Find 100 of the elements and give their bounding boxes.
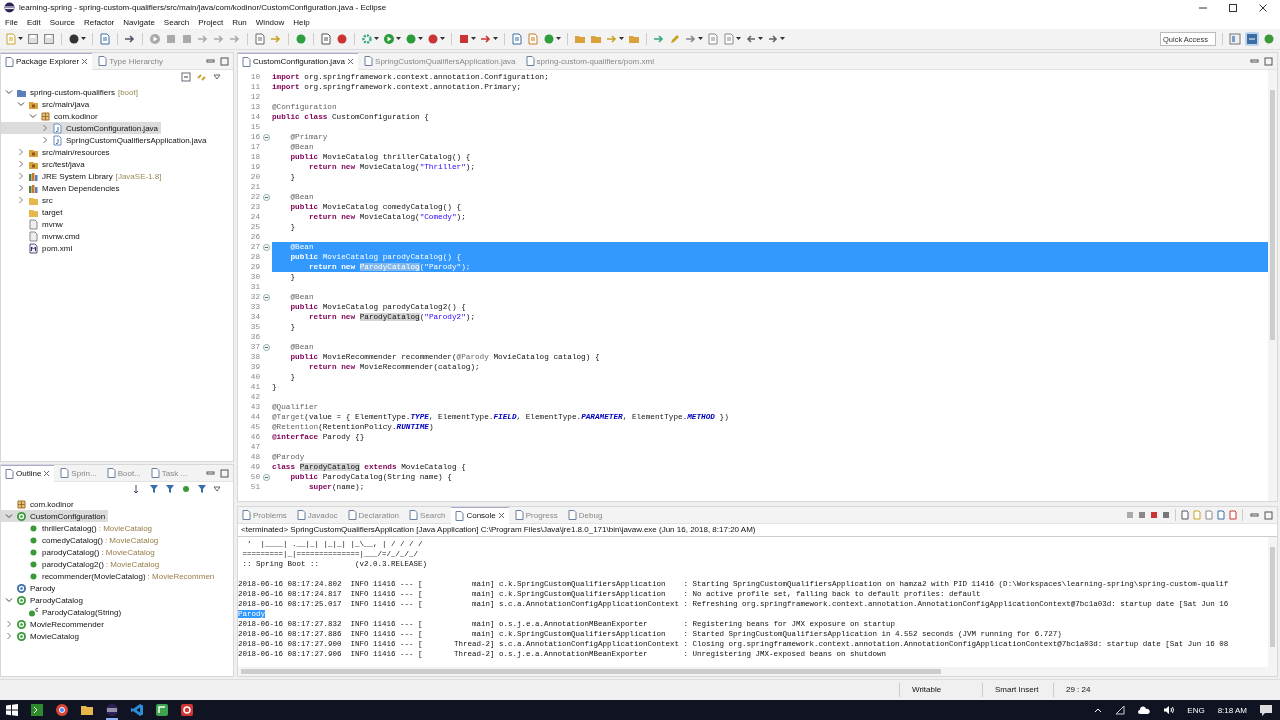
- forward-icon[interactable]: [767, 33, 779, 45]
- stop-icon[interactable]: [458, 33, 470, 45]
- caret-icon[interactable]: [758, 37, 763, 41]
- minimize-icon[interactable]: [1250, 510, 1259, 520]
- save-icon[interactable]: [43, 33, 55, 45]
- tree-item[interactable]: parodyCatalog2() : MovieCatalog: [1, 558, 163, 570]
- perspective-icon[interactable]: [1263, 33, 1275, 45]
- run-icon[interactable]: [149, 33, 161, 45]
- back-icon[interactable]: [745, 33, 757, 45]
- caret-icon[interactable]: [396, 37, 401, 41]
- tree-item[interactable]: Parody: [1, 582, 59, 594]
- fold-icon[interactable]: [262, 133, 270, 141]
- pen-icon[interactable]: [669, 33, 681, 45]
- save-icon[interactable]: [27, 33, 39, 45]
- tree-item[interactable]: mvnw.cmd: [1, 230, 83, 242]
- fold-icon[interactable]: [262, 293, 270, 301]
- scrollbar[interactable]: [1268, 70, 1277, 501]
- filter-icon[interactable]: [197, 484, 207, 494]
- language-indicator[interactable]: ENG: [1187, 705, 1205, 715]
- tree-item[interactable]: com.kodinor: [1, 110, 101, 122]
- document-icon[interactable]: [511, 33, 523, 45]
- tree-item[interactable]: recommender(MovieCatalog) : MovieRecommen: [1, 570, 218, 582]
- document-icon[interactable]: [707, 33, 719, 45]
- menu-item[interactable]: Project: [198, 17, 224, 27]
- tree-item[interactable]: comedyCatalog() : MovieCatalog: [1, 534, 162, 546]
- arrow-icon[interactable]: [124, 33, 136, 45]
- perspective-icon[interactable]: [1245, 32, 1259, 46]
- maximize-icon[interactable]: [1228, 2, 1238, 13]
- fold-icon[interactable]: [262, 193, 270, 201]
- perspective-icon[interactable]: [1229, 33, 1241, 45]
- tree-item[interactable]: CustomConfiguration.java: [1, 122, 162, 134]
- close-icon[interactable]: [81, 58, 89, 65]
- view-tab[interactable]: Outline: [1, 465, 55, 482]
- view-tab[interactable]: Console: [451, 507, 509, 524]
- close-icon[interactable]: [43, 470, 51, 477]
- tree-item[interactable]: spring-custom-qualifiers [boot]: [1, 86, 141, 98]
- tree-item[interactable]: src/main/resources: [1, 146, 113, 158]
- fold-icon[interactable]: [262, 343, 270, 351]
- document-icon[interactable]: [254, 33, 266, 45]
- scrollbar[interactable]: [238, 667, 1277, 676]
- minimize-icon[interactable]: [206, 56, 215, 66]
- tree-item[interactable]: parodyCatalog() : MovieCatalog: [1, 546, 158, 558]
- document-icon[interactable]: [99, 33, 111, 45]
- caret-icon[interactable]: [736, 37, 741, 41]
- tree-item[interactable]: thrillerCatalog() : MovieCatalog: [1, 522, 156, 534]
- minimize-icon[interactable]: [206, 468, 215, 478]
- link-icon[interactable]: [197, 72, 207, 82]
- close-icon[interactable]: [1258, 2, 1268, 13]
- tree-item[interactable]: src/main/java: [1, 98, 93, 110]
- tree-item[interactable]: ParodyCatalog: [1, 594, 86, 606]
- fold-icon[interactable]: [262, 473, 270, 481]
- menu-icon[interactable]: [213, 73, 221, 81]
- chevron-icon[interactable]: [1094, 707, 1103, 713]
- menu-item[interactable]: File: [5, 17, 18, 27]
- minimize-icon[interactable]: [1250, 56, 1259, 66]
- tree-item[interactable]: JRE System Library [JavaSE-1.8]: [1, 170, 165, 182]
- tree-item[interactable]: Maven Dependencies: [1, 182, 123, 194]
- document-icon[interactable]: [527, 33, 539, 45]
- tree-item[interactable]: SpringCustomQualifiersApplication.java: [1, 134, 210, 146]
- circle-icon[interactable]: [68, 33, 80, 45]
- view-tab[interactable]: CustomConfiguration.java: [238, 53, 359, 70]
- caret-icon[interactable]: [619, 37, 624, 41]
- network-icon[interactable]: [1115, 705, 1126, 715]
- close-icon[interactable]: [347, 58, 355, 65]
- caret-icon[interactable]: [556, 37, 561, 41]
- tree-item[interactable]: src: [1, 194, 56, 206]
- caret-icon[interactable]: [440, 37, 445, 41]
- cloud-icon[interactable]: [1138, 706, 1151, 714]
- menu-item[interactable]: Window: [255, 17, 285, 27]
- caret-icon[interactable]: [780, 37, 785, 41]
- caret-icon[interactable]: [374, 37, 379, 41]
- tree-item[interactable]: com.kodinor: [1, 498, 77, 510]
- menu-item[interactable]: Help: [293, 17, 310, 27]
- caret-icon[interactable]: [418, 37, 423, 41]
- stop-icon[interactable]: [165, 33, 177, 45]
- menu-item[interactable]: Refactor: [84, 17, 115, 27]
- view-tab[interactable]: Task ...: [146, 465, 192, 481]
- tree-item[interactable]: MovieRecommender: [1, 618, 107, 630]
- caret-icon[interactable]: [81, 37, 86, 41]
- tree-item[interactable]: src/test/java: [1, 158, 88, 170]
- menu-item[interactable]: Search: [163, 17, 190, 27]
- tree-item[interactable]: target: [1, 206, 66, 218]
- notification-icon[interactable]: [1260, 704, 1272, 716]
- menu-item[interactable]: Source: [49, 17, 76, 27]
- tree-item[interactable]: pom.xml: [1, 242, 76, 254]
- close-icon[interactable]: [497, 512, 505, 519]
- fold-icon[interactable]: [262, 243, 270, 251]
- speaker-icon[interactable]: [1163, 705, 1175, 715]
- scrollbar[interactable]: [1268, 537, 1277, 667]
- caret-icon[interactable]: [493, 37, 498, 41]
- document-icon[interactable]: [320, 33, 332, 45]
- menu-item[interactable]: Run: [232, 17, 247, 27]
- stop-icon[interactable]: [181, 33, 193, 45]
- tree-item[interactable]: mvnw: [1, 218, 66, 230]
- clock[interactable]: 8:18 AM: [1217, 705, 1247, 715]
- menu-icon[interactable]: [213, 485, 221, 493]
- tree-item[interactable]: ParodyCatalog(String): [1, 606, 125, 618]
- caret-icon[interactable]: [698, 37, 703, 41]
- tree-item[interactable]: CustomConfiguration: [1, 510, 109, 522]
- menu-item[interactable]: Navigate: [123, 17, 155, 27]
